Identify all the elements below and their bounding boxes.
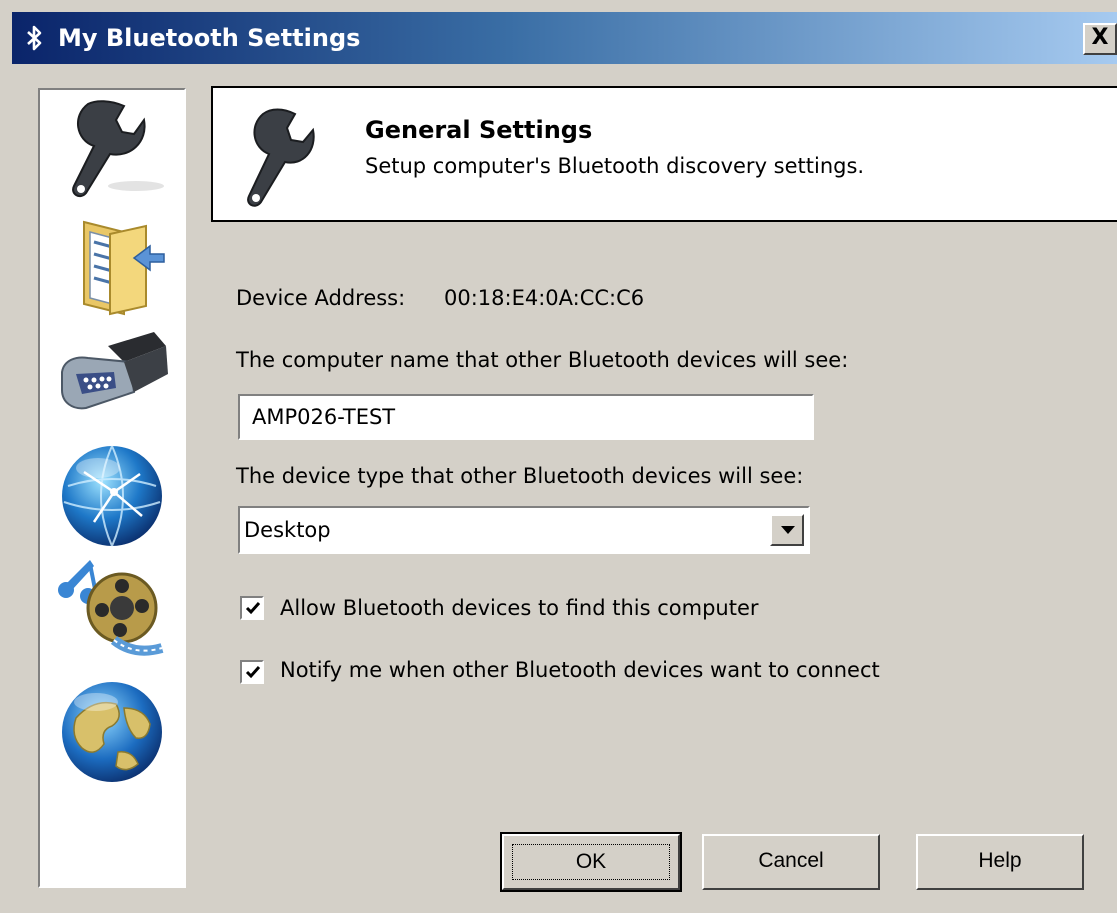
title-bar[interactable]: My Bluetooth Settings X bbox=[12, 12, 1117, 64]
bluetooth-icon bbox=[27, 25, 42, 51]
category-sidebar bbox=[38, 88, 186, 888]
world-globe-icon[interactable] bbox=[54, 678, 170, 786]
computer-name-input[interactable]: AMP026-TEST bbox=[238, 394, 814, 440]
folder-transfer-icon[interactable] bbox=[54, 210, 170, 318]
ok-button[interactable]: OK bbox=[500, 832, 682, 892]
chevron-down-icon bbox=[781, 526, 795, 534]
network-globe-icon[interactable] bbox=[54, 442, 170, 550]
help-button[interactable]: Help bbox=[916, 834, 1084, 890]
header-panel: General Settings Setup computer's Blueto… bbox=[211, 86, 1117, 222]
computer-name-label: The computer name that other Bluetooth d… bbox=[236, 348, 849, 372]
close-button[interactable]: X bbox=[1083, 23, 1117, 55]
cancel-button[interactable]: Cancel bbox=[702, 834, 880, 890]
close-icon: X bbox=[1091, 25, 1109, 50]
wrench-icon bbox=[247, 108, 315, 207]
device-address-value: 00:18:E4:0A:CC:C6 bbox=[444, 286, 645, 310]
notify-label[interactable]: Notify me when other Bluetooth devices w… bbox=[280, 658, 880, 682]
allow-find-label[interactable]: Allow Bluetooth devices to find this com… bbox=[280, 596, 759, 620]
page-subtitle: Setup computer's Bluetooth discovery set… bbox=[365, 154, 865, 178]
wrench-icon[interactable] bbox=[54, 94, 170, 202]
checkmark-icon bbox=[245, 602, 261, 615]
device-type-select[interactable]: Desktop bbox=[238, 506, 810, 554]
device-type-label: The device type that other Bluetooth dev… bbox=[236, 464, 804, 488]
window-title: My Bluetooth Settings bbox=[58, 24, 361, 52]
serial-port-icon[interactable] bbox=[54, 322, 170, 430]
dropdown-button[interactable] bbox=[770, 514, 804, 546]
notify-checkbox[interactable] bbox=[240, 660, 264, 684]
bluetooth-settings-window: My Bluetooth Settings X General Settings… bbox=[0, 0, 1117, 913]
checkmark-icon bbox=[245, 666, 261, 679]
device-type-value: Desktop bbox=[244, 518, 331, 542]
ok-button-label: OK bbox=[512, 844, 670, 880]
page-title: General Settings bbox=[365, 116, 593, 144]
allow-find-checkbox[interactable] bbox=[240, 596, 264, 620]
music-film-icon[interactable] bbox=[54, 556, 170, 664]
device-address-label: Device Address: bbox=[236, 286, 406, 310]
